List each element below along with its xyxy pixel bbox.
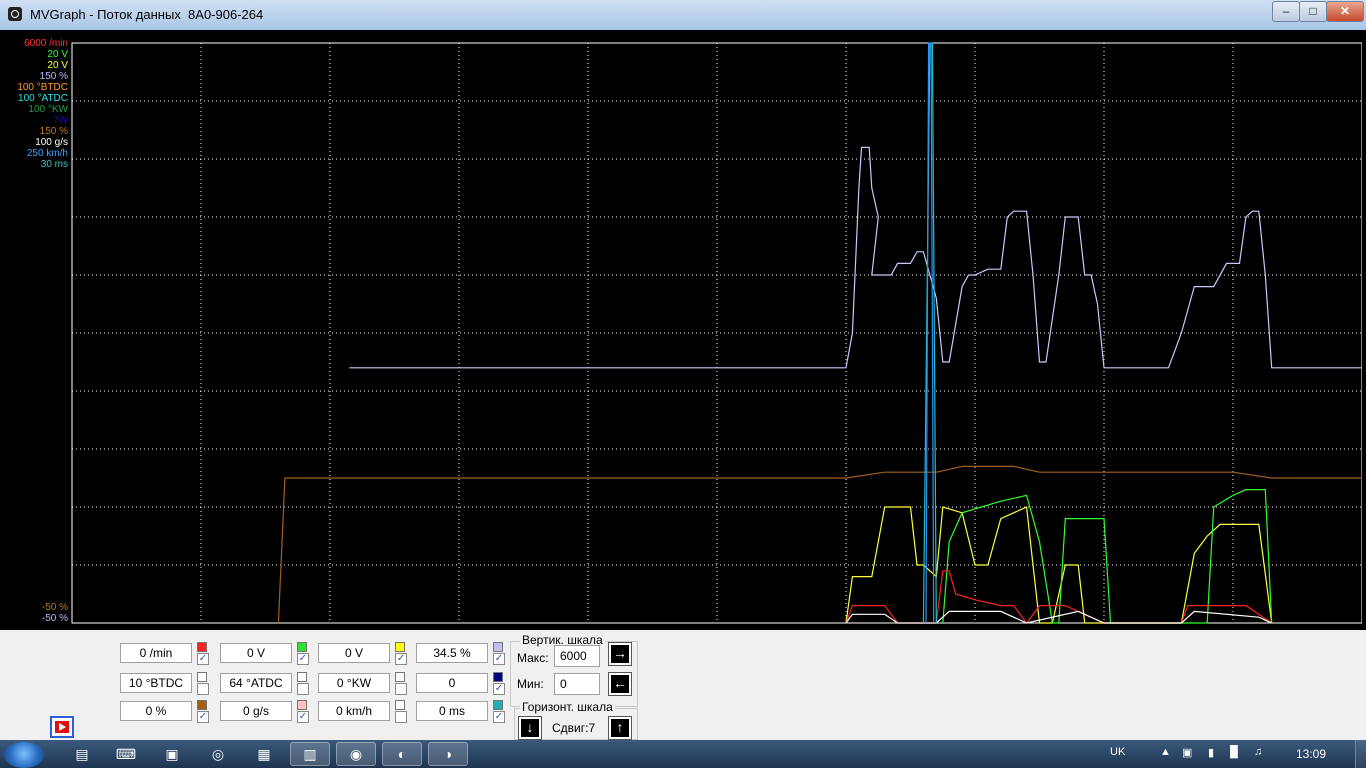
- value-field: 0 V: [318, 643, 390, 663]
- series-line-6: [922, 42, 937, 624]
- plot-svg: [71, 42, 1362, 625]
- battery-icon[interactable]: ▮: [1208, 746, 1214, 759]
- min-input[interactable]: 0: [554, 673, 600, 695]
- axis-label: 30 ms: [40, 159, 68, 170]
- axis-label: 250 km/h: [26, 148, 68, 159]
- value-field: 0 V: [220, 643, 292, 663]
- series-line-0: [349, 146, 1362, 369]
- color-swatch[interactable]: [493, 642, 503, 652]
- network-icon[interactable]: ▣: [1182, 746, 1192, 759]
- axis-label: ?W: [53, 115, 68, 126]
- scale-left-button[interactable]: ←: [608, 672, 632, 696]
- axis-label: -50 %: [41, 602, 68, 613]
- color-swatch[interactable]: [197, 642, 207, 652]
- axis-label: 20 V: [47, 60, 68, 71]
- color-swatch[interactable]: [395, 672, 405, 682]
- color-swatch[interactable]: [395, 642, 405, 652]
- arrow-right-icon: →: [611, 645, 629, 663]
- browser-icon[interactable]: ◉: [336, 742, 376, 766]
- signal-icon[interactable]: █: [1230, 746, 1238, 758]
- horizontal-scale-title: Горизонт. шкала: [520, 700, 615, 714]
- shift-up-button[interactable]: ↑: [608, 716, 632, 740]
- volume-icon[interactable]: ♫: [1254, 746, 1262, 758]
- axis-label: 100 g/s: [35, 137, 68, 148]
- value-field: 0 /min: [120, 643, 192, 663]
- series-checkbox[interactable]: [197, 683, 209, 695]
- series-checkbox[interactable]: ✓: [197, 653, 209, 665]
- axis-label: 6000 /min: [24, 38, 68, 49]
- series-checkbox[interactable]: [395, 711, 407, 723]
- mvgraph-icon[interactable]: ◑: [428, 742, 468, 766]
- series-checkbox[interactable]: ✓: [297, 711, 309, 723]
- axis-label: 150 %: [39, 126, 68, 137]
- tray-language[interactable]: UK: [1110, 746, 1125, 758]
- series-line-3: [942, 489, 1273, 624]
- app-icon[interactable]: ◐: [382, 742, 422, 766]
- axis-label: 100 °ATDC: [18, 93, 68, 104]
- start-button[interactable]: [4, 742, 44, 768]
- arrow-up-icon: ↑: [611, 719, 629, 737]
- value-field: 0 g/s: [220, 701, 292, 721]
- calculator-icon[interactable]: ▦: [244, 742, 284, 766]
- window-title: MVGraph - Поток данных 8A0-906-264: [30, 7, 264, 22]
- shift-label: Сдвиг:7: [552, 721, 596, 735]
- folder-icon[interactable]: ▣: [152, 742, 192, 766]
- chrome-icon[interactable]: ◎: [198, 742, 238, 766]
- color-swatch[interactable]: [297, 672, 307, 682]
- max-input[interactable]: 6000: [554, 645, 600, 667]
- value-field: 64 °ATDC: [220, 673, 292, 693]
- tray-arrow-icon[interactable]: ▲: [1160, 746, 1171, 758]
- series-checkbox[interactable]: ✓: [297, 653, 309, 665]
- value-field: 0 %: [120, 701, 192, 721]
- value-field: 10 °BTDC: [120, 673, 192, 693]
- min-label: Мин:: [517, 677, 544, 691]
- monitor-icon[interactable]: ▥: [290, 742, 330, 766]
- chart-area[interactable]: 6000 /min 20 V 20 V 150 % 100 °BTDC 100 °ATDC…: [10, 38, 1362, 626]
- series-checkbox[interactable]: ✓: [493, 711, 505, 723]
- series-checkbox[interactable]: ✓: [493, 683, 505, 695]
- axis-label: 100 °KW: [28, 104, 68, 115]
- series-checkbox[interactable]: ✓: [395, 653, 407, 665]
- file-icon[interactable]: ▤: [62, 742, 102, 766]
- axis-label: 20 V: [47, 49, 68, 60]
- close-button[interactable]: ✕: [1326, 1, 1364, 22]
- color-swatch[interactable]: [297, 700, 307, 710]
- maximize-icon: □: [1309, 4, 1317, 18]
- color-swatch[interactable]: [197, 672, 207, 682]
- arrow-left-icon: ←: [611, 675, 629, 693]
- value-field: 0 ms: [416, 701, 488, 721]
- value-field: 0: [416, 673, 488, 693]
- maximize-button[interactable]: □: [1299, 1, 1327, 22]
- axis-label: 150 %: [39, 71, 68, 82]
- series-checkbox[interactable]: ✓: [197, 711, 209, 723]
- arrow-down-icon: ↓: [521, 719, 539, 737]
- color-swatch[interactable]: [395, 700, 405, 710]
- clock[interactable]: 13:09: [1296, 747, 1326, 761]
- show-desktop-button[interactable]: [1355, 740, 1366, 768]
- series-checkbox[interactable]: ✓: [493, 653, 505, 665]
- minimize-icon: –: [1282, 4, 1290, 18]
- scale-right-button[interactable]: →: [608, 642, 632, 666]
- axis-label: -50 %: [41, 613, 68, 624]
- minimize-button[interactable]: –: [1272, 1, 1300, 22]
- color-swatch[interactable]: [197, 700, 207, 710]
- record-button[interactable]: [50, 716, 74, 738]
- value-field: 34.5 %: [416, 643, 488, 663]
- play-icon: [55, 721, 69, 733]
- series-checkbox[interactable]: [395, 683, 407, 695]
- value-field: 0 °KW: [318, 673, 390, 693]
- value-field: 0 km/h: [318, 701, 390, 721]
- shift-down-button[interactable]: ↓: [518, 716, 542, 740]
- axis-label: 100 °BTDC: [17, 82, 68, 93]
- series-checkbox[interactable]: [297, 683, 309, 695]
- close-icon: ✕: [1339, 4, 1351, 18]
- app-icon: [8, 7, 22, 21]
- color-swatch[interactable]: [297, 642, 307, 652]
- max-label: Макс:: [517, 651, 549, 665]
- keyboard-icon[interactable]: ⌨: [106, 742, 146, 766]
- title-bar: MVGraph - Поток данных 8A0-906-264 – □ ✕: [0, 0, 1366, 30]
- color-swatch[interactable]: [493, 700, 503, 710]
- series-line-1: [277, 465, 1362, 624]
- color-swatch[interactable]: [493, 672, 503, 682]
